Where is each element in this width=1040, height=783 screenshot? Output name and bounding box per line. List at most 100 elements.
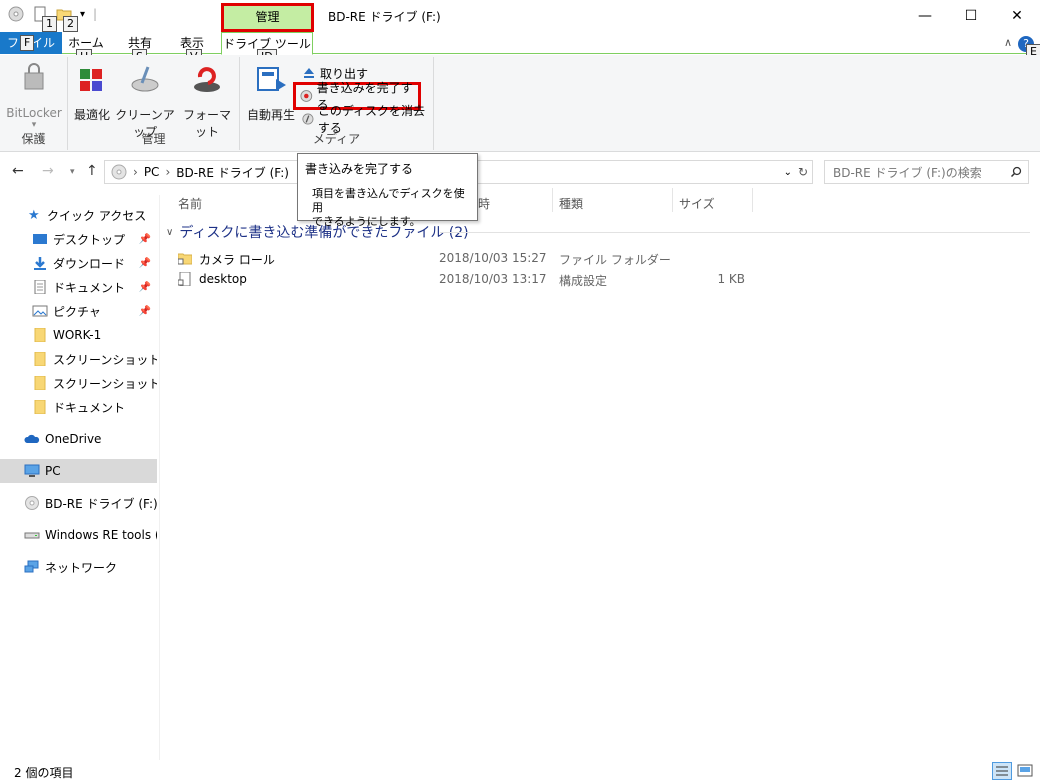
autoplay-button[interactable]: 自動再生	[244, 63, 298, 123]
nav-pictures[interactable]: ピクチャ 📌	[0, 299, 157, 323]
breadcrumb-pc[interactable]: PC	[144, 165, 160, 179]
nav-downloads[interactable]: ダウンロード 📌	[0, 251, 157, 275]
title-bar: ▾ | 1 2 管理 BD-RE ドライブ (F:) — ☐ ✕	[0, 0, 1040, 32]
nav-screenshots-2-label: スクリーンショット	[53, 376, 157, 391]
column-separator[interactable]	[552, 188, 553, 212]
nav-winre-label: Windows RE tools (E:	[45, 528, 157, 542]
pin-icon: 📌	[138, 233, 151, 245]
desktop-icon	[33, 234, 47, 244]
optimize-label: 最適化	[73, 108, 110, 122]
refresh-icon[interactable]: ↻	[798, 165, 808, 179]
breadcrumb-drive[interactable]: BD-RE ドライブ (F:)	[176, 164, 289, 181]
chevron-down-icon[interactable]: ∨	[166, 227, 173, 238]
nav-onedrive-label: OneDrive	[45, 432, 102, 446]
column-separator[interactable]	[672, 188, 673, 212]
context-tab-manage[interactable]: 管理	[221, 3, 314, 32]
bitlocker-dropdown-icon: ▾	[31, 120, 37, 130]
nav-documents[interactable]: ドキュメント 📌	[0, 275, 157, 299]
column-separator[interactable]	[752, 188, 753, 212]
qat-separator: |	[93, 7, 98, 21]
ribbon-tabs: ファイル ホーム 共有 表示 ドライブ ツール	[0, 32, 1040, 55]
nav-network[interactable]: ネットワーク	[0, 555, 157, 579]
optimize-icon	[80, 69, 102, 91]
star-icon: ★	[28, 208, 40, 223]
nav-screenshots-1[interactable]: スクリーンショット	[0, 347, 157, 371]
file-name: カメラ ロール	[199, 253, 275, 267]
nav-pictures-label: ピクチャ	[53, 304, 101, 319]
format-icon	[194, 67, 220, 92]
erase-disc-button[interactable]: このディスクを消去する	[298, 104, 433, 135]
file-type: 構成設定	[559, 274, 608, 288]
file-date: 2018/10/03 13:17	[439, 272, 547, 286]
bitlocker-label: BitLocker	[6, 106, 62, 120]
minimize-button[interactable]: —	[902, 0, 948, 32]
close-button[interactable]: ✕	[994, 0, 1040, 32]
group-media: 自動再生 取り出す 書き込みを完了する このディスクを消去する メディア	[240, 57, 434, 150]
search-icon[interactable]	[1010, 166, 1022, 178]
drive-icon	[111, 164, 127, 180]
download-icon	[34, 257, 46, 270]
column-date[interactable]: 時	[478, 195, 490, 212]
group-media-label: メディア	[312, 132, 361, 146]
format-button[interactable]: フォーマット	[178, 63, 236, 140]
column-size[interactable]: サイズ	[679, 195, 715, 212]
up-button[interactable]: ↑	[86, 163, 98, 179]
disc-icon[interactable]	[8, 6, 24, 22]
details-view-icon[interactable]	[992, 762, 1012, 780]
nav-screenshots-2[interactable]: スクリーンショット	[0, 371, 157, 395]
bitlocker-button[interactable]: BitLocker ▾	[4, 63, 64, 130]
large-icons-view-icon[interactable]	[1015, 762, 1035, 780]
file-type: ファイル フォルダー	[559, 253, 671, 267]
nav-quick-access[interactable]: ★ クイック アクセス	[0, 203, 157, 227]
optimize-button[interactable]: 最適化	[72, 63, 112, 123]
breadcrumb-separator-icon: ›	[133, 165, 138, 179]
nav-work1[interactable]: WORK-1	[0, 323, 157, 347]
nav-documents-2[interactable]: ドキュメント	[0, 395, 157, 419]
back-button[interactable]: ←	[12, 163, 24, 179]
computer-icon	[24, 464, 40, 477]
document-icon	[34, 280, 46, 294]
window-title: BD-RE ドライブ (F:)	[328, 10, 441, 24]
group-protect: BitLocker ▾ 保護	[0, 57, 68, 150]
pictures-icon	[32, 305, 48, 317]
file-size: 1 KB	[717, 272, 745, 286]
search-placeholder: BD-RE ドライブ (F:)の検索	[833, 165, 982, 180]
recent-dropdown-icon[interactable]: ▾	[70, 167, 75, 177]
folder-icon	[34, 376, 46, 390]
pin-icon: 📌	[138, 281, 151, 293]
nav-downloads-label: ダウンロード	[53, 256, 126, 271]
autoplay-icon	[257, 67, 286, 91]
nav-bdre-label: BD-RE ドライブ (F:)	[45, 496, 157, 511]
address-dropdown-icon[interactable]: ⌄	[784, 167, 792, 178]
nav-desktop[interactable]: デスクトップ 📌	[0, 227, 157, 251]
maximize-button[interactable]: ☐	[948, 0, 994, 32]
file-row[interactable]: desktop 2018/10/03 13:17 構成設定 1 KB	[176, 268, 756, 290]
cleanup-button[interactable]: クリーンアップ	[114, 63, 176, 140]
nav-bdre-drive[interactable]: BD-RE ドライブ (F:)	[0, 491, 157, 515]
nav-onedrive[interactable]: OneDrive	[0, 427, 157, 451]
nav-pc[interactable]: PC	[0, 459, 157, 483]
forward-button[interactable]: →	[42, 163, 54, 179]
file-date: 2018/10/03 15:27	[439, 251, 547, 265]
disc-drive-icon	[25, 496, 39, 510]
qat-dropdown-icon[interactable]: ▾	[80, 9, 85, 20]
collapse-ribbon-icon[interactable]: ∧	[1004, 36, 1012, 49]
nav-winre-drive[interactable]: Windows RE tools (E:	[0, 523, 157, 547]
status-bar: 2 個の項目	[0, 760, 1040, 783]
keytip-qat-1: 1	[42, 16, 57, 32]
nav-quick-access-label: クイック アクセス	[47, 208, 147, 223]
group-divider	[440, 232, 1030, 233]
nav-documents-label: ドキュメント	[53, 280, 126, 295]
tooltip-title: 書き込みを完了する	[305, 162, 414, 176]
column-name[interactable]: 名前	[178, 195, 202, 212]
bitlocker-icon	[24, 63, 44, 90]
file-row[interactable]: カメラ ロール 2018/10/03 15:27 ファイル フォルダー	[176, 247, 756, 269]
tooltip-body-line1: 項目を書き込んでディスクを使用	[312, 187, 465, 214]
column-type[interactable]: 種類	[559, 195, 583, 212]
nav-network-label: ネットワーク	[45, 560, 118, 575]
search-input[interactable]: BD-RE ドライブ (F:)の検索	[824, 160, 1029, 184]
hard-drive-icon	[24, 532, 40, 539]
address-bar-row: ← → ▾ ↑ › PC › BD-RE ドライブ (F:) ⌄ ↻ BD-RE…	[0, 153, 1040, 189]
pin-icon: 📌	[138, 305, 151, 317]
burn-disc-icon	[300, 90, 313, 102]
